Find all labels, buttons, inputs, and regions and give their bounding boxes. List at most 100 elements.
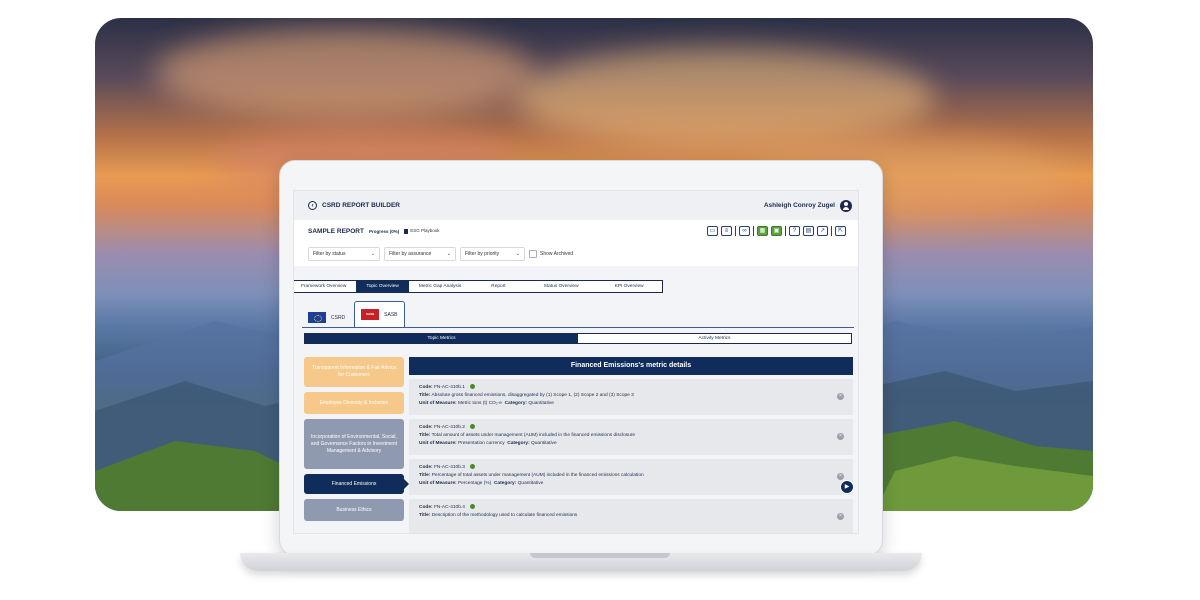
sidebar-item-employee-diversity[interactable]: Employee Diversity & Inclusion bbox=[304, 392, 404, 414]
tab-metric-gap-analysis[interactable]: Metric Gap Analysis bbox=[408, 281, 472, 292]
app-brand: ‹ CSRD REPORT BUILDER bbox=[308, 201, 400, 210]
metric-code: FN-AC-410b.3 bbox=[433, 465, 465, 470]
marketing-stage: ‹ CSRD REPORT BUILDER Ashleigh Conroy Zu… bbox=[0, 0, 1200, 600]
sidebar-item-esg-incorporation[interactable]: Incorporation of Environmental, Social, … bbox=[304, 419, 404, 469]
priority-filter-label: Filter by priority bbox=[465, 251, 500, 257]
open-external-icon[interactable]: ⇱ bbox=[835, 226, 846, 236]
playbook-link[interactable]: ESG Playbook bbox=[404, 228, 440, 234]
code-label: Code: bbox=[419, 425, 433, 430]
metric-title: Percentage of total assets under managem… bbox=[431, 473, 644, 478]
info-icon[interactable] bbox=[469, 424, 475, 430]
tab-activity-metrics[interactable]: Activity Metrics bbox=[578, 334, 851, 343]
report-name: SAMPLE REPORT bbox=[308, 227, 364, 235]
tab-framework-overview[interactable]: Framework Overview bbox=[294, 281, 357, 292]
metric-details-panel: Financed Emissions's metric details Code… bbox=[409, 357, 853, 533]
metric-title: Description of the methodology used to c… bbox=[431, 513, 578, 518]
show-archived-label: Show Archived bbox=[540, 251, 574, 257]
tab-report[interactable]: Report bbox=[471, 281, 526, 292]
playbook-label: ESG Playbook bbox=[410, 228, 440, 234]
help-icon[interactable]: ? bbox=[789, 226, 800, 236]
category-label: Category: bbox=[507, 441, 530, 446]
metric-card[interactable]: Code: FN-AC-410b.4 Title: Description of… bbox=[409, 499, 853, 533]
progress-label: Progress (0%) bbox=[368, 228, 400, 234]
report-header: SAMPLE REPORT Progress (0%) ESG Playbook… bbox=[294, 220, 858, 242]
metric-title: Total amount of assets under management … bbox=[431, 433, 636, 438]
comments-icon[interactable]: ▭ bbox=[707, 226, 718, 236]
info-icon[interactable] bbox=[469, 504, 475, 510]
metric-code: FN-AC-410b.4 bbox=[433, 505, 465, 510]
top-bar: ‹ CSRD REPORT BUILDER Ashleigh Conroy Zu… bbox=[294, 191, 858, 220]
close-icon[interactable]: × bbox=[837, 473, 844, 480]
toolbar-divider bbox=[831, 226, 832, 236]
show-archived-toggle[interactable]: Show Archived bbox=[529, 250, 573, 258]
eu-flag-icon bbox=[308, 312, 326, 323]
metric-unit: Percentage (%) bbox=[457, 481, 492, 486]
chevron-down-icon: ⌄ bbox=[515, 251, 520, 257]
chevron-down-icon: ⌄ bbox=[446, 251, 451, 257]
sasb-logo-icon: SASB bbox=[361, 309, 380, 320]
assurance-filter-label: Filter by assurance bbox=[389, 251, 432, 257]
framework-tab-csrd[interactable]: CSRD bbox=[302, 308, 351, 327]
filter-bar: Filter by status ⌄ Filter by assurance ⌄ F… bbox=[294, 242, 858, 266]
tab-status-overview[interactable]: Status Overview bbox=[525, 281, 597, 292]
metric-category: Quantitative bbox=[531, 441, 557, 446]
book-icon bbox=[404, 228, 409, 234]
metric-code: FN-AC-410b.1 bbox=[433, 385, 465, 390]
assurance-filter[interactable]: Filter by assurance ⌄ bbox=[384, 247, 456, 261]
link-icon[interactable]: ∞ bbox=[739, 226, 750, 236]
metric-details-heading: Financed Emissions's metric details bbox=[409, 357, 853, 375]
title-label: Title: bbox=[419, 473, 431, 478]
metric-title: Absolute gross financed emissions, disag… bbox=[431, 393, 634, 398]
metric-card[interactable]: Code: FN-AC-410b.1 Title: Absolute gross… bbox=[409, 379, 853, 415]
info-icon[interactable] bbox=[469, 384, 475, 390]
metric-unit: Metric tons (t) CO₂-e bbox=[457, 401, 502, 406]
metric-card[interactable]: Code: FN-AC-410b.3 Title: Percentage of … bbox=[409, 459, 853, 495]
framework-label: SASB bbox=[384, 311, 398, 318]
framework-divider bbox=[302, 327, 854, 328]
tab-kpi-overview[interactable]: KPI Overview bbox=[596, 281, 662, 292]
tab-topic-overview[interactable]: Topic Overview bbox=[356, 281, 409, 292]
show-archived-checkbox[interactable] bbox=[529, 250, 537, 258]
toolbar-divider bbox=[753, 226, 754, 236]
user-menu[interactable]: Ashleigh Conroy Zugel bbox=[764, 199, 852, 212]
export-icon[interactable]: ▣ bbox=[771, 226, 782, 236]
toolbar-divider bbox=[785, 226, 786, 236]
user-avatar-icon[interactable] bbox=[840, 199, 852, 212]
list-icon[interactable]: ≡ bbox=[721, 226, 732, 236]
app-title: CSRD REPORT BUILDER bbox=[322, 202, 401, 209]
priority-filter[interactable]: Filter by priority ⌄ bbox=[460, 247, 525, 261]
status-filter[interactable]: Filter by status ⌄ bbox=[308, 247, 380, 261]
metric-unit: Presentation currency bbox=[457, 441, 505, 446]
document-icon[interactable]: ▤ bbox=[803, 226, 814, 236]
title-label: Title: bbox=[419, 513, 431, 518]
unit-label: Unit of Measure: bbox=[419, 441, 457, 446]
sidebar-item-transparent-information[interactable]: Transparent Information & Fair Advice fo… bbox=[304, 357, 404, 387]
status-filter-label: Filter by status bbox=[313, 251, 346, 257]
code-label: Code: bbox=[419, 505, 433, 510]
framework-label: CSRD bbox=[331, 314, 346, 321]
metric-code: FN-AC-410b.2 bbox=[433, 425, 465, 430]
spreadsheet-icon[interactable]: ▦ bbox=[757, 226, 768, 236]
app-screen: ‹ CSRD REPORT BUILDER Ashleigh Conroy Zu… bbox=[293, 190, 859, 534]
title-label: Title: bbox=[419, 393, 431, 398]
metric-category: Quantitative bbox=[517, 481, 544, 486]
unit-label: Unit of Measure: bbox=[419, 401, 457, 406]
framework-tabs: CSRD SASB SASB bbox=[302, 301, 405, 327]
unit-label: Unit of Measure: bbox=[419, 481, 457, 486]
metric-card[interactable]: Code: FN-AC-410b.2 Title: Total amount o… bbox=[409, 419, 853, 455]
framework-tab-sasb[interactable]: SASB SASB bbox=[354, 301, 405, 327]
close-icon[interactable]: × bbox=[837, 513, 844, 520]
category-label: Category: bbox=[504, 401, 527, 406]
chevron-down-icon: ⌄ bbox=[370, 251, 375, 257]
code-label: Code: bbox=[419, 465, 433, 470]
next-arrow-button[interactable]: ▶ bbox=[840, 480, 854, 494]
sidebar-item-business-ethics[interactable]: Business Ethics bbox=[304, 499, 404, 521]
tab-topic-metrics[interactable]: Topic Metrics bbox=[305, 334, 578, 343]
sidebar-item-financed-emissions[interactable]: Financed Emissions bbox=[304, 474, 409, 494]
code-label: Code: bbox=[419, 385, 433, 390]
back-arrow-icon[interactable]: ‹ bbox=[308, 201, 317, 210]
info-icon[interactable] bbox=[469, 464, 475, 470]
close-icon[interactable]: × bbox=[837, 433, 844, 440]
share-icon[interactable]: ↗ bbox=[817, 226, 828, 236]
close-icon[interactable]: × bbox=[837, 393, 844, 400]
